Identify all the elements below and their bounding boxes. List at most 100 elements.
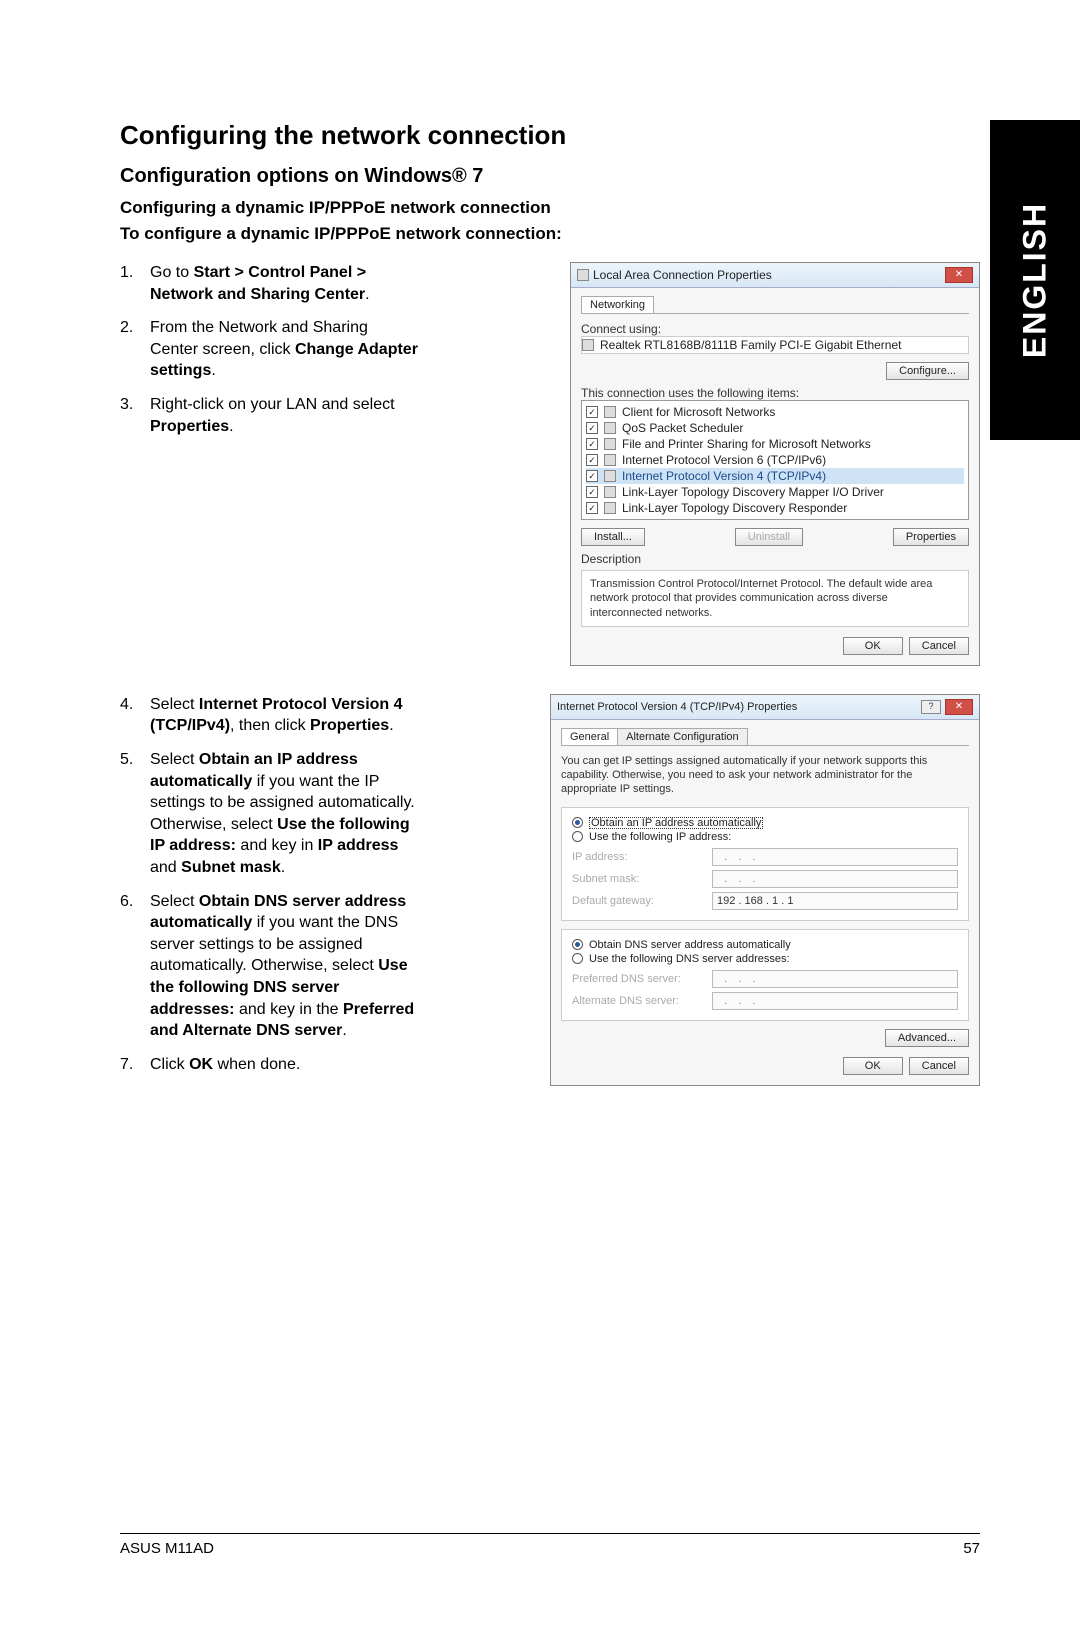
checkbox-icon[interactable]: ✓ <box>586 454 598 466</box>
list-item[interactable]: ✓Internet Protocol Version 4 (TCP/IPv4) <box>586 468 964 484</box>
gateway-label: Default gateway: <box>572 895 712 907</box>
connect-using-label: Connect using: <box>581 322 969 336</box>
item-text: Link-Layer Topology Discovery Responder <box>622 501 847 515</box>
alternate-dns-input: . . . <box>712 992 958 1010</box>
page-footer: ASUS M11AD 57 <box>120 1533 980 1557</box>
t: . <box>342 1022 346 1039</box>
item-text: Internet Protocol Version 6 (TCP/IPv6) <box>622 453 826 467</box>
list-item[interactable]: ✓ Client for Microsoft Networks <box>586 404 964 420</box>
close-button[interactable]: ✕ <box>945 699 973 715</box>
list-item[interactable]: ✓QoS Packet Scheduler <box>586 420 964 436</box>
component-icon <box>604 486 616 498</box>
t: IP address <box>318 837 399 854</box>
uninstall-button: Uninstall <box>735 528 803 546</box>
step-3: 3.Right-click on your LAN and select Pro… <box>120 394 420 437</box>
cancel-button[interactable]: Cancel <box>909 1057 969 1075</box>
radio-obtain-dns[interactable]: Obtain DNS server address automatically <box>572 938 958 952</box>
checkbox-icon[interactable]: ✓ <box>586 422 598 434</box>
checkbox-icon[interactable]: ✓ <box>586 438 598 450</box>
ipv4-properties-dialog: Internet Protocol Version 4 (TCP/IPv4) P… <box>550 694 980 1086</box>
t: . <box>211 362 215 379</box>
preferred-dns-input: . . . <box>712 970 958 988</box>
item-text: File and Printer Sharing for Microsoft N… <box>622 437 871 451</box>
section-1: 1.Go to Start > Control Panel > Network … <box>120 262 980 666</box>
radio-label: Obtain an IP address automatically <box>589 817 763 829</box>
checkbox-icon[interactable]: ✓ <box>586 406 598 418</box>
radio-label: Use the following IP address: <box>589 831 731 843</box>
tab-row: Networking <box>581 296 969 314</box>
description-text: Transmission Control Protocol/Internet P… <box>581 570 969 627</box>
t: Click <box>150 1056 189 1073</box>
radio-icon[interactable] <box>572 817 583 828</box>
lan-properties-dialog: Local Area Connection Properties ✕ Netwo… <box>570 262 980 666</box>
tab-alternate[interactable]: Alternate Configuration <box>617 728 748 745</box>
configure-button[interactable]: Configure... <box>886 362 969 380</box>
component-icon <box>604 454 616 466</box>
t: Select <box>150 751 199 768</box>
radio-use-dns[interactable]: Use the following DNS server addresses: <box>572 952 958 966</box>
t: and key in <box>236 837 318 854</box>
subnet-mask-label: Subnet mask: <box>572 873 712 885</box>
page-number: 57 <box>963 1540 980 1557</box>
t: Subnet mask <box>181 859 281 876</box>
t: , then click <box>230 717 310 734</box>
footer-model: ASUS M11AD <box>120 1540 214 1557</box>
checkbox-icon[interactable]: ✓ <box>586 502 598 514</box>
items-listbox[interactable]: ✓ Client for Microsoft Networks ✓QoS Pack… <box>581 400 969 520</box>
help-button[interactable]: ? <box>921 700 941 714</box>
step-1: 1.Go to Start > Control Panel > Network … <box>120 262 420 305</box>
properties-button[interactable]: Properties <box>893 528 969 546</box>
checkbox-icon[interactable]: ✓ <box>586 470 598 482</box>
step-6: 6.Select Obtain DNS server address autom… <box>120 891 420 1042</box>
radio-icon[interactable] <box>572 939 583 950</box>
t: . <box>281 859 285 876</box>
adapter-box: Realtek RTL8168B/8111B Family PCI-E Giga… <box>581 336 969 354</box>
section-2: 4.Select Internet Protocol Version 4 (TC… <box>120 694 980 1088</box>
radio-icon[interactable] <box>572 953 583 964</box>
t: Properties <box>150 418 229 435</box>
t: Select <box>150 893 199 910</box>
items-label: This connection uses the following items… <box>581 386 969 400</box>
radio-obtain-ip[interactable]: Obtain an IP address automatically <box>572 816 958 830</box>
install-button[interactable]: Install... <box>581 528 645 546</box>
list-item[interactable]: ✓ Link-Layer Topology Discovery Mapper I/… <box>586 484 964 500</box>
ok-button[interactable]: OK <box>843 637 903 655</box>
item-text: Link-Layer Topology Discovery Mapper I/O… <box>622 485 884 499</box>
radio-label: Use the following DNS server addresses: <box>589 953 790 965</box>
t: . <box>365 286 369 303</box>
page-title: Configuring the network connection <box>120 120 980 151</box>
instruction-heading: To configure a dynamic IP/PPPoE network … <box>120 224 980 244</box>
list-item[interactable]: ✓ Internet Protocol Version 6 (TCP/IPv6) <box>586 452 964 468</box>
section-heading: Configuring a dynamic IP/PPPoE network c… <box>120 198 980 218</box>
ip-address-input: . . . <box>712 848 958 866</box>
subnet-mask-input: . . . <box>712 870 958 888</box>
list-item[interactable]: ✓ File and Printer Sharing for Microsoft … <box>586 436 964 452</box>
t: and key in the <box>235 1001 344 1018</box>
gateway-input: 192 . 168 . 1 . 1 <box>712 892 958 910</box>
list-item[interactable]: ✓ Link-Layer Topology Discovery Responder <box>586 500 964 516</box>
alternate-dns-label: Alternate DNS server: <box>572 995 712 1007</box>
description-label: Description <box>581 552 969 566</box>
component-icon <box>604 502 616 514</box>
adapter-icon <box>582 339 594 351</box>
tab-networking[interactable]: Networking <box>581 296 654 313</box>
subtitle: Configuration options on Windows® 7 <box>120 165 980 188</box>
ip-address-label: IP address: <box>572 851 712 863</box>
radio-label: Obtain DNS server address automatically <box>589 939 791 951</box>
cancel-button[interactable]: Cancel <box>909 637 969 655</box>
dns-fieldset: Obtain DNS server address automatically … <box>561 929 969 1021</box>
dialog-titlebar: Internet Protocol Version 4 (TCP/IPv4) P… <box>551 695 979 720</box>
radio-icon[interactable] <box>572 831 583 842</box>
ok-button[interactable]: OK <box>843 1057 903 1075</box>
component-icon <box>604 470 616 482</box>
advanced-button[interactable]: Advanced... <box>885 1029 969 1047</box>
radio-use-ip[interactable]: Use the following IP address: <box>572 830 958 844</box>
tab-general[interactable]: General <box>561 728 618 745</box>
t: OK <box>189 1056 213 1073</box>
item-text: Client for Microsoft Networks <box>622 405 775 419</box>
dialog-titlebar: Local Area Connection Properties ✕ <box>571 263 979 288</box>
t: Right-click on your LAN and select <box>150 396 395 413</box>
t: Select <box>150 696 199 713</box>
close-button[interactable]: ✕ <box>945 267 973 283</box>
checkbox-icon[interactable]: ✓ <box>586 486 598 498</box>
